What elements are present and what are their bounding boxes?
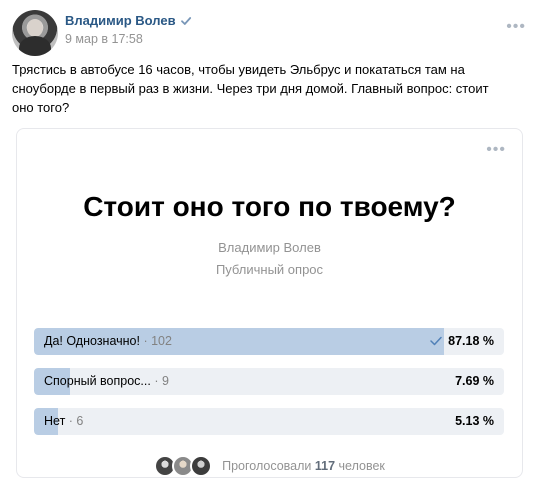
post-text: Трястись в автобусе 16 часов, чтобы увид…: [12, 62, 489, 115]
poll-answer-text: Да! Однозначно!: [44, 334, 140, 348]
voters-prefix: Проголосовали: [222, 459, 312, 473]
poll-answer-text: Нет: [44, 414, 66, 428]
poll-answer-text: Спорный вопрос...: [44, 374, 151, 388]
author-avatar[interactable]: [12, 10, 58, 56]
poll-question: Стоит оно того по твоему?: [83, 191, 456, 222]
voters-summary: Проголосовали 117 человек: [222, 459, 385, 473]
post-more-icon[interactable]: •••: [506, 19, 526, 35]
voters-suffix: человек: [338, 459, 385, 473]
poll-type: Публичный опрос: [215, 262, 324, 277]
post-header: Владимир Волев 9 мар в 17:58 •••: [12, 10, 526, 56]
voter-avatar: [190, 455, 213, 477]
poll-answer-label: Нет · 6: [44, 414, 83, 428]
poll-answer-count: · 9: [154, 374, 169, 388]
poll-answer-percent: 7.69 %: [455, 374, 494, 388]
poll-answer-percent: 5.13 %: [455, 414, 494, 428]
poll-answer-label: Спорный вопрос... · 9: [44, 374, 169, 388]
poll-answer-count: · 6: [68, 414, 84, 428]
poll-answer-1[interactable]: Да! Однозначно! · 102 87.18 %: [34, 328, 504, 355]
poll-card: ••• Стоит оно того по твоему? Владимир В…: [16, 128, 523, 478]
poll-answer-2[interactable]: Спорный вопрос... · 9 7.69 %: [34, 368, 504, 395]
poll-answer-3[interactable]: Нет · 6 5.13 %: [34, 408, 504, 435]
author-name-row: Владимир Волев: [65, 13, 192, 28]
poll-answer-percent: 87.18 %: [448, 334, 494, 348]
poll-voters[interactable]: Проголосовали 117 человек: [17, 454, 522, 478]
poll-author[interactable]: Владимир Волев: [17, 240, 522, 255]
author-name[interactable]: Владимир Волев: [65, 13, 176, 28]
poll-answer-label: Да! Однозначно! · 102: [44, 334, 172, 348]
poll-answer-count: · 102: [143, 334, 172, 348]
voter-avatars: [154, 455, 213, 477]
post-date[interactable]: 9 мар в 17:58: [65, 32, 143, 46]
poll-more-icon[interactable]: •••: [486, 142, 506, 158]
selected-check-icon: [430, 336, 442, 346]
avatar-face: [27, 19, 43, 37]
verified-check-icon: [180, 16, 191, 25]
avatar-body: [19, 36, 51, 56]
voters-count: 117: [314, 459, 336, 473]
